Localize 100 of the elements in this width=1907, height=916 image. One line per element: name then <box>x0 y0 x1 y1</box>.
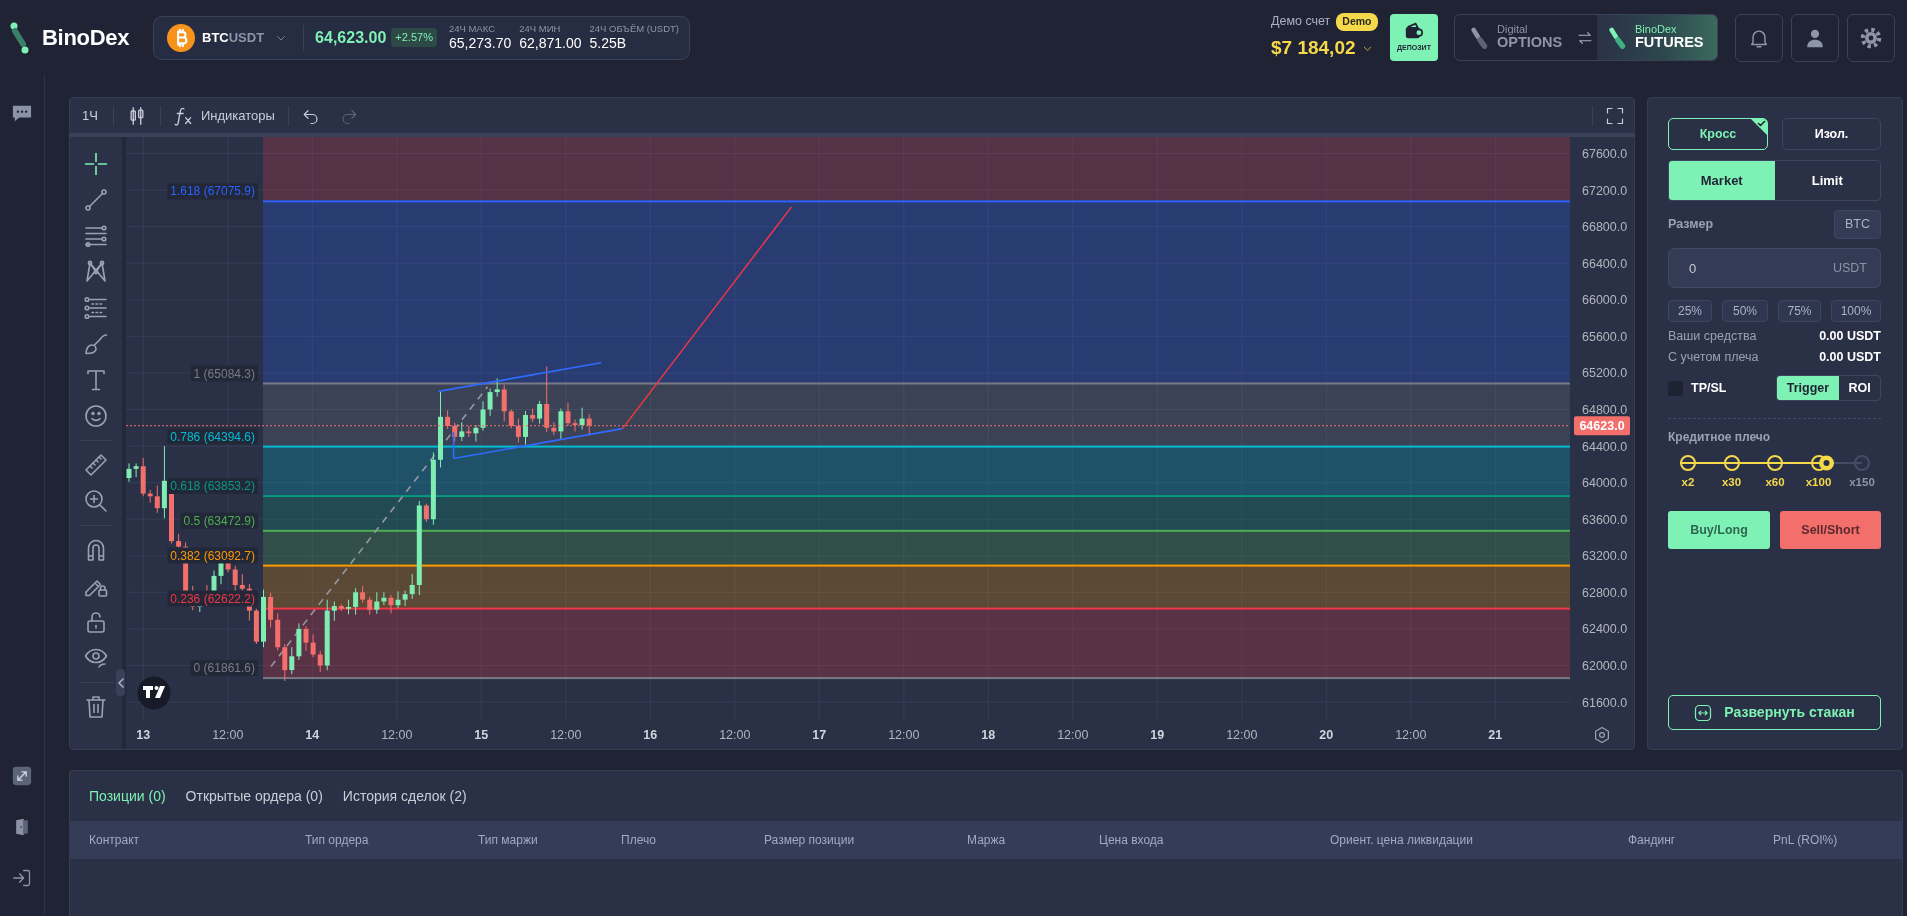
column-header: Тип маржи <box>478 832 538 849</box>
panel-tab[interactable]: История сделок (2) <box>342 785 467 807</box>
trash-icon[interactable] <box>84 695 108 719</box>
time-axis-label: 15 <box>474 728 489 742</box>
expand-order-book-button[interactable]: Развернуть стакан <box>1668 695 1881 730</box>
chat-icon[interactable] <box>11 103 33 123</box>
column-header: Тип ордера <box>305 832 369 849</box>
leverage-mark-label: x60 <box>1765 475 1785 490</box>
balance-dropdown[interactable]: $7 184,02 <box>1271 34 1381 63</box>
collapse-handle[interactable] <box>116 669 125 696</box>
price-axis-label: 62000.0 <box>1582 659 1628 673</box>
swap-icon[interactable] <box>1577 29 1593 46</box>
dotted-lines-icon[interactable] <box>84 296 108 320</box>
order-type-button[interactable]: Market <box>1669 161 1775 200</box>
brush-icon[interactable] <box>84 332 108 356</box>
login-icon[interactable] <box>12 868 32 888</box>
price-axis-label: 67600.0 <box>1582 147 1628 161</box>
notifications-button[interactable] <box>1735 13 1783 62</box>
sell-short-button[interactable]: Sell/Short <box>1780 511 1881 549</box>
tpsl-mode-button[interactable]: ROI <box>1839 376 1880 400</box>
expand-icon[interactable] <box>12 766 32 786</box>
ruler-icon[interactable] <box>84 453 108 477</box>
price-axis-label: 62400.0 <box>1582 622 1628 637</box>
fib-level-label: 0.5 (63472.9) <box>180 512 258 529</box>
zoom-in-icon[interactable] <box>84 489 108 513</box>
price-axis-label: 66400.0 <box>1582 256 1628 271</box>
buy-long-button[interactable]: Buy/Long <box>1668 511 1770 549</box>
price-axis-label: 63200.0 <box>1582 549 1628 564</box>
price-axis-label: 66000.0 <box>1582 293 1628 308</box>
leverage-mark-label: x30 <box>1721 475 1742 490</box>
tpsl-label: TP/SL <box>1691 379 1727 397</box>
crosshair-icon[interactable] <box>84 152 108 176</box>
product-option[interactable]: BinoDex FUTURES <box>1597 15 1717 60</box>
column-header: Размер позиции <box>764 832 855 849</box>
leverage-slider[interactable] <box>1680 455 1870 471</box>
smiley-icon[interactable] <box>84 404 108 428</box>
time-axis-label: 12:00 <box>1226 728 1258 742</box>
margin-mode-button[interactable]: Кросс <box>1668 118 1768 150</box>
price-axis-label: 62800.0 <box>1582 585 1628 600</box>
percent-button[interactable]: 50% <box>1722 300 1768 322</box>
fib-level-label: 0.382 (63092.7) <box>167 547 258 564</box>
time-axis-label: 18 <box>981 728 996 742</box>
tpsl-mode-button[interactable]: Trigger <box>1777 376 1839 400</box>
stat-value: 62,871.00 <box>519 34 582 51</box>
interval-button[interactable]: 1Ч <box>80 103 100 128</box>
eye-icon[interactable] <box>84 646 108 670</box>
slider-thumb[interactable] <box>1810 455 1834 471</box>
balance-value: 0.00 USDT <box>1819 328 1881 346</box>
indicators-button[interactable]: Индикаторы <box>173 104 275 127</box>
percent-button[interactable]: 75% <box>1778 300 1821 322</box>
column-header: Плечо <box>621 832 656 849</box>
fullscreen-icon[interactable] <box>1606 106 1624 125</box>
panel-tab[interactable]: Открытые ордера (0) <box>185 785 323 807</box>
lock-icon[interactable] <box>84 610 108 634</box>
time-axis-label: 12:00 <box>212 728 244 742</box>
margin-mode-button[interactable]: Изол. <box>1782 118 1881 150</box>
chart-logo-icon[interactable] <box>137 676 171 710</box>
line-icon[interactable] <box>84 188 108 212</box>
time-axis-label: 17 <box>812 728 827 742</box>
settings-icon[interactable] <box>1593 725 1611 744</box>
percent-button[interactable]: 25% <box>1668 300 1712 322</box>
panel-tab[interactable]: Позиции (0) <box>89 785 166 807</box>
product-option[interactable]: Digital OPTIONS <box>1455 15 1573 60</box>
stat-label: 24Ч МАКС <box>448 24 496 35</box>
leverage-mark-label: x150 <box>1849 475 1875 490</box>
leverage-mark-label: x2 <box>1681 475 1695 490</box>
fib-level-label: 1.618 (67075.9) <box>167 183 258 200</box>
percent-button[interactable]: 100% <box>1831 300 1881 322</box>
time-axis-label: 16 <box>643 728 658 742</box>
column-header: Контракт <box>89 832 139 849</box>
horizontal-lines-icon[interactable] <box>84 224 108 248</box>
ticker-price: 64,623.00 <box>315 27 387 48</box>
gear-icon <box>1860 26 1882 49</box>
leverage-label: Кредитное плечо <box>1668 429 1772 446</box>
profile-button[interactable] <box>1791 13 1839 62</box>
chevron-left-icon <box>117 677 124 688</box>
price-axis-label: 61600.0 <box>1582 695 1628 710</box>
column-header: Маржа <box>967 832 1006 849</box>
size-label: Размер <box>1668 216 1713 234</box>
slider-stop-icon[interactable] <box>1854 455 1870 471</box>
product-logo-icon <box>1607 24 1627 51</box>
stat-label: 24Ч МИН <box>519 24 562 35</box>
balance-value: 0.00 USDT <box>1819 349 1881 367</box>
logo-text: BinoDex <box>42 24 130 52</box>
price-axis-label: 63600.0 <box>1582 512 1628 527</box>
unit-button[interactable]: BTC <box>1834 210 1881 239</box>
time-axis-label: 12:00 <box>719 728 751 742</box>
column-header: Ориент. цена ликвидации <box>1330 832 1473 849</box>
wallet-icon <box>1404 21 1424 40</box>
fib-level-label: 0.786 (64394.6) <box>167 428 258 445</box>
price-axis-label: 65200.0 <box>1582 366 1628 381</box>
text-icon[interactable] <box>84 368 108 392</box>
time-axis-label: 12:00 <box>888 728 920 742</box>
settings-button[interactable] <box>1847 13 1895 62</box>
pattern-icon[interactable] <box>84 260 108 284</box>
order-type-button[interactable]: Limit <box>1774 161 1880 200</box>
time-axis-label: 14 <box>305 728 320 742</box>
currency-suffix: USDT <box>1832 259 1867 277</box>
pair-selector[interactable]: BTCUSDT <box>167 23 288 52</box>
price-axis-label: 64800.0 <box>1582 403 1628 417</box>
